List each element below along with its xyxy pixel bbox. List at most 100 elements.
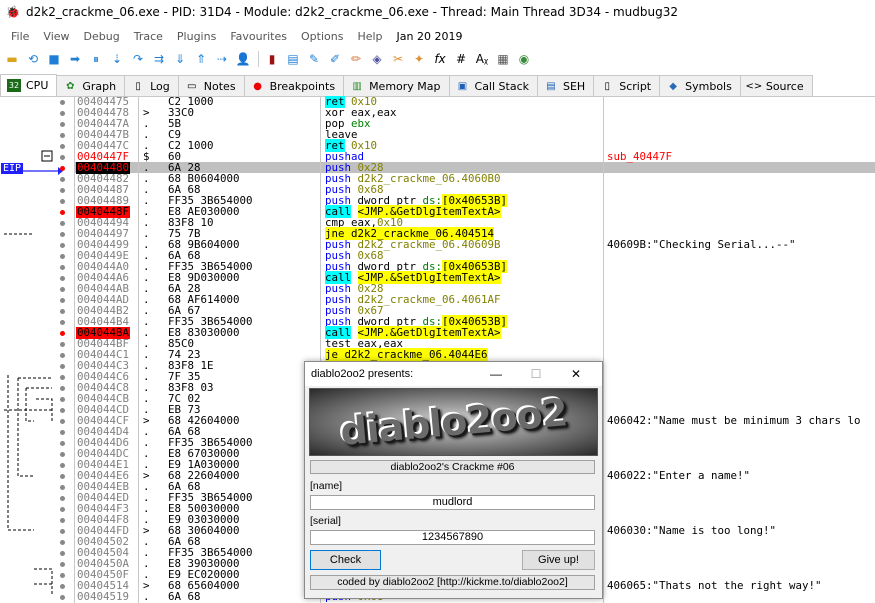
scylla-icon[interactable]: ▮ [264,51,280,67]
tab-graph[interactable]: ✿ Graph [56,75,126,96]
link-icon[interactable]: ✦ [411,51,427,67]
instruction-row[interactable]: 0040448F. E8 AE030000 call <JMP.&GetDlgIte… [0,205,875,218]
find-strings-icon[interactable]: ✂ [390,51,406,67]
run-icon[interactable]: ➡ [67,51,83,67]
tab-source[interactable]: <> Source [739,75,813,96]
menu-trace[interactable]: Trace [127,30,170,43]
breakpoint-dot[interactable] [60,177,65,182]
bookmarks-icon[interactable]: ✏ [348,51,364,67]
tab-cpu[interactable]: 32 CPU [0,74,58,96]
tab-seh[interactable]: ▤ SEH [537,75,595,96]
breakpoint-dot[interactable] [60,276,65,281]
menu-help[interactable]: Help [350,30,389,43]
breakpoint-dot[interactable] [60,551,65,556]
check-button[interactable]: Check [310,550,381,570]
breakpoint-dot[interactable] [60,133,65,138]
breakpoint-dot[interactable] [60,309,65,314]
breakpoint-dot[interactable] [60,331,65,336]
user-run-icon[interactable]: 👤 [235,51,251,67]
tab-script[interactable]: ▯ Script [593,75,661,96]
breakpoint-dot[interactable] [60,419,65,424]
breakpoint-dot[interactable] [60,485,65,490]
breakpoint-dot[interactable] [60,188,65,193]
breakpoint-dot[interactable] [60,386,65,391]
breakpoint-dot[interactable] [60,408,65,413]
breakpoint-dot[interactable] [60,298,65,303]
trace-over-icon[interactable]: ⇓ [172,51,188,67]
stop-icon[interactable]: ■ [46,51,62,67]
instruction-row[interactable]: 004044C1. 74 23 je d2k2_crackme_06.4044E6 [0,348,875,361]
instruction-row[interactable]: 0040447A. 5B pop ebx [0,118,875,130]
settings-icon[interactable]: ◉ [516,51,532,67]
instruction-row[interactable]: 004044BA. E8 83030000 call <JMP.&GetDlgIte… [0,326,875,339]
breakpoint-dot[interactable] [60,529,65,534]
minimize-button[interactable]: — [476,362,516,386]
instruction-row[interactable]: 00404478 >33C0 xor eax,eax [0,107,875,119]
restart-icon[interactable]: ⟲ [25,51,41,67]
instruction-row[interactable]: 0040447C. C2 1000 ret 0x10 [0,139,875,152]
tab-breakpoints[interactable]: ● Breakpoints [243,75,345,96]
breakpoint-dot[interactable] [60,364,65,369]
breakpoint-dot[interactable] [60,430,65,435]
instruction-row[interactable]: 0040447B. C9 leave [0,129,875,141]
breakpoint-dot[interactable] [60,243,65,248]
functions-icon[interactable]: ◈ [369,51,385,67]
maximize-button[interactable]: ☐ [516,362,556,386]
pause-icon[interactable]: ⏸ [88,51,104,67]
menu-view[interactable]: View [36,30,76,43]
instruction-row[interactable]: 00404482. 68 B0604000 push d2k2_crackme_06… [0,173,875,185]
step-over-icon[interactable]: ↷ [130,51,146,67]
breakpoint-dot[interactable] [60,166,65,171]
menu-favourites[interactable]: Favourites [223,30,294,43]
close-button[interactable]: ✕ [556,362,596,386]
breakpoint-dot[interactable] [60,287,65,292]
instruction-row[interactable]: 004044A6. E8 9D030000 call <JMP.&SetDlgIte… [0,271,875,284]
menu-options[interactable]: Options [294,30,350,43]
comments-icon[interactable]: ✎ [306,51,322,67]
breakpoint-dot[interactable] [60,474,65,479]
breakpoint-dot[interactable] [60,397,65,402]
open-folder-icon[interactable]: ▬ [4,51,20,67]
instruction-row[interactable]: 00404475 C2 1000 ret 0x10 [0,96,875,108]
run-to-user-code-icon[interactable]: ⇢ [214,51,230,67]
name-field[interactable]: mudlord [310,495,595,510]
breakpoint-dot[interactable] [60,144,65,149]
instruction-row[interactable]: 00404499. 68 9B604000 push d2k2_crackme_06… [0,239,875,251]
tab-log[interactable]: ▯ Log [124,75,179,96]
step-into-icon[interactable]: ⇣ [109,51,125,67]
breakpoint-dot[interactable] [60,221,65,226]
breakpoint-dot[interactable] [60,111,65,116]
breakpoint-dot[interactable] [60,155,65,160]
breakpoint-dot[interactable] [60,375,65,380]
breakpoint-dot[interactable] [60,584,65,589]
font-size-icon[interactable]: Aᵪ [474,51,490,67]
instruction-row[interactable]: 0040447F $60 pushad sub_40447F [0,151,875,163]
breakpoint-dot[interactable] [60,595,65,600]
breakpoint-dot[interactable] [60,507,65,512]
breakpoint-dot[interactable] [60,518,65,523]
tab-notes[interactable]: ▭ Notes [177,75,245,96]
breakpoint-dot[interactable] [60,199,65,204]
trace-into-icon[interactable]: ⇉ [151,51,167,67]
instruction-row[interactable]: 004044AD. 68 AF614000 push d2k2_crackme_06… [0,294,875,306]
breakpoint-dot[interactable] [60,452,65,457]
breakpoint-dot[interactable] [60,265,65,270]
function-icon[interactable]: fx [432,51,448,67]
breakpoint-dot[interactable] [60,232,65,237]
execute-till-return-icon[interactable]: ⇑ [193,51,209,67]
breakpoint-dot[interactable] [60,540,65,545]
tab-symbols[interactable]: ◆ Symbols [659,75,741,96]
tab-call-stack[interactable]: ▣ Call Stack [448,75,538,96]
calculator-icon[interactable]: ▦ [495,51,511,67]
breakpoint-dot[interactable] [60,353,65,358]
breakpoint-dot[interactable] [60,320,65,325]
breakpoint-dot[interactable] [60,573,65,578]
breakpoint-dot[interactable] [60,254,65,259]
menu-file[interactable]: File [4,30,36,43]
give-up-button[interactable]: Give up! [522,550,595,570]
menu-debug[interactable]: Debug [77,30,127,43]
breakpoint-dot[interactable] [60,342,65,347]
patch-icon[interactable]: ▤ [285,51,301,67]
breakpoint-dot[interactable] [60,100,65,105]
hash-icon[interactable]: # [453,51,469,67]
